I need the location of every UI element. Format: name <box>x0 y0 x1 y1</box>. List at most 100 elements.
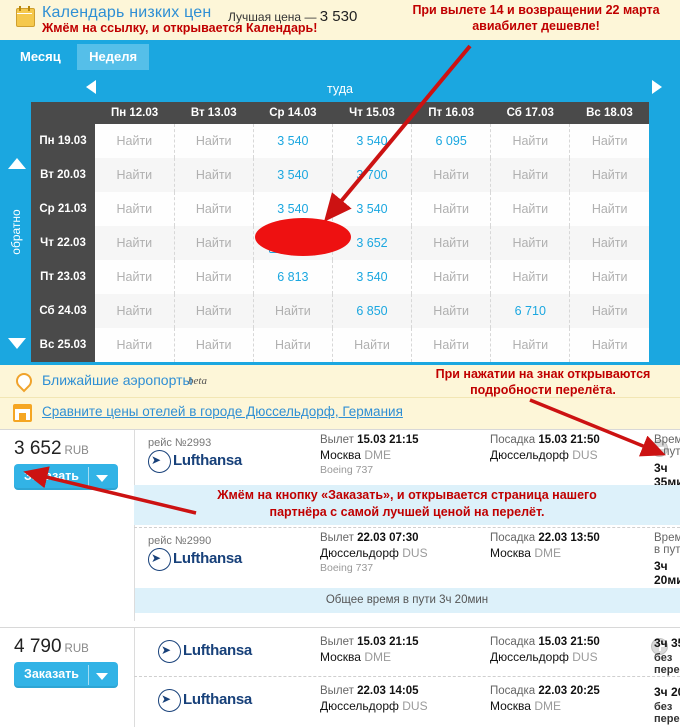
cell-4-3[interactable]: 3 540 <box>332 260 413 294</box>
cell-2-5[interactable]: Найти <box>490 192 571 226</box>
find-label[interactable]: Найти <box>116 168 152 182</box>
cell-4-5[interactable]: Найти <box>490 260 571 294</box>
price-value[interactable]: 3 540 <box>356 270 387 284</box>
prev-week-arrow-icon[interactable] <box>86 80 96 94</box>
find-label[interactable]: Найти <box>116 134 152 148</box>
chevron-down-icon[interactable] <box>96 475 108 482</box>
find-label[interactable]: Найти <box>433 168 469 182</box>
find-label[interactable]: Найти <box>196 338 232 352</box>
find-label[interactable]: Найти <box>512 236 548 250</box>
find-label[interactable]: Найти <box>196 202 232 216</box>
cell-6-3[interactable]: Найти <box>332 328 413 362</box>
find-label[interactable]: Найти <box>433 236 469 250</box>
price-value[interactable]: 3 540 <box>356 134 387 148</box>
price-value[interactable]: 3 540 <box>277 134 308 148</box>
price-value[interactable]: 3 540 <box>277 202 308 216</box>
cell-1-2[interactable]: 3 540 <box>253 158 333 192</box>
find-label[interactable]: Найти <box>592 168 628 182</box>
cell-2-3[interactable]: 3 540 <box>332 192 413 226</box>
find-label[interactable]: Найти <box>196 304 232 318</box>
cell-4-4[interactable]: Найти <box>411 260 492 294</box>
find-label[interactable]: Найти <box>196 270 232 284</box>
find-label[interactable]: Найти <box>433 202 469 216</box>
price-value[interactable]: 6 710 <box>515 304 546 318</box>
cell-4-6[interactable]: Найти <box>569 260 649 294</box>
price-value[interactable]: 6 813 <box>277 270 308 284</box>
cell-6-4[interactable]: Найти <box>411 328 492 362</box>
cell-0-6[interactable]: Найти <box>569 124 649 158</box>
cell-3-1[interactable]: Найти <box>174 226 254 260</box>
cell-1-4[interactable]: Найти <box>411 158 492 192</box>
cell-2-6[interactable]: Найти <box>569 192 649 226</box>
find-label[interactable]: Найти <box>116 202 152 216</box>
cell-1-0[interactable]: Найти <box>95 158 175 192</box>
cell-6-2[interactable]: Найти <box>253 328 333 362</box>
cell-1-1[interactable]: Найти <box>174 158 254 192</box>
find-label[interactable]: Найти <box>116 236 152 250</box>
cell-0-2[interactable]: 3 540 <box>253 124 333 158</box>
cell-selected[interactable]: 3 530 <box>253 226 333 260</box>
calendar-title-link[interactable]: Календарь низких цен <box>42 4 211 22</box>
cell-2-2[interactable]: 3 540 <box>253 192 333 226</box>
nearest-airports-label[interactable]: Ближайшие аэропорты <box>42 372 193 388</box>
find-label[interactable]: Найти <box>116 270 152 284</box>
find-label[interactable]: Найти <box>275 304 311 318</box>
scroll-up-arrow-icon[interactable] <box>8 158 26 169</box>
cell-6-6[interactable]: Найти <box>569 328 649 362</box>
find-label[interactable]: Найти <box>592 202 628 216</box>
find-label[interactable]: Найти <box>592 134 628 148</box>
find-label[interactable]: Найти <box>433 304 469 318</box>
cell-5-6[interactable]: Найти <box>569 294 649 328</box>
cell-5-5[interactable]: 6 710 <box>490 294 571 328</box>
cell-6-5[interactable]: Найти <box>490 328 571 362</box>
cell-0-0[interactable]: Найти <box>95 124 175 158</box>
cell-1-3[interactable]: 3 700 <box>332 158 413 192</box>
cell-4-2[interactable]: 6 813 <box>253 260 333 294</box>
price-value[interactable]: 3 540 <box>277 168 308 182</box>
tab-week[interactable]: Неделя <box>77 44 150 70</box>
tab-month[interactable]: Месяц <box>8 44 73 70</box>
find-label[interactable]: Найти <box>592 236 628 250</box>
cell-0-5[interactable]: Найти <box>490 124 571 158</box>
cell-3-5[interactable]: Найти <box>490 226 571 260</box>
cell-5-2[interactable]: Найти <box>253 294 333 328</box>
chevron-down-icon[interactable] <box>96 673 108 680</box>
cell-2-1[interactable]: Найти <box>174 192 254 226</box>
price-value[interactable]: 3 652 <box>356 236 387 250</box>
cell-3-6[interactable]: Найти <box>569 226 649 260</box>
price-value[interactable]: 3 700 <box>356 168 387 182</box>
find-label[interactable]: Найти <box>196 168 232 182</box>
order-button-1[interactable]: Заказать <box>14 464 118 490</box>
find-label[interactable]: Найти <box>433 338 469 352</box>
price-value[interactable]: 6 850 <box>356 304 387 318</box>
next-week-arrow-icon[interactable] <box>652 80 662 94</box>
hotels-row[interactable]: Сравните цены отелей в городе Дюссельдор… <box>0 397 680 429</box>
find-label[interactable]: Найти <box>592 270 628 284</box>
cell-0-4[interactable]: 6 095 <box>411 124 492 158</box>
price-value[interactable]: 3 540 <box>356 202 387 216</box>
find-label[interactable]: Найти <box>512 168 548 182</box>
find-label[interactable]: Найти <box>512 202 548 216</box>
scroll-down-arrow-icon[interactable] <box>8 338 26 349</box>
find-label[interactable]: Найти <box>512 134 548 148</box>
cell-1-5[interactable]: Найти <box>490 158 571 192</box>
cell-4-0[interactable]: Найти <box>95 260 175 294</box>
cell-6-1[interactable]: Найти <box>174 328 254 362</box>
order-button-2[interactable]: Заказать <box>14 662 118 688</box>
find-label[interactable]: Найти <box>116 304 152 318</box>
find-label[interactable]: Найти <box>512 338 548 352</box>
find-label[interactable]: Найти <box>196 236 232 250</box>
find-label[interactable]: Найти <box>275 338 311 352</box>
cell-5-4[interactable]: Найти <box>411 294 492 328</box>
cell-5-0[interactable]: Найти <box>95 294 175 328</box>
cell-6-0[interactable]: Найти <box>95 328 175 362</box>
cell-2-4[interactable]: Найти <box>411 192 492 226</box>
find-label[interactable]: Найти <box>116 338 152 352</box>
cell-3-4[interactable]: Найти <box>411 226 492 260</box>
hotels-compare-link[interactable]: Сравните цены отелей в городе Дюссельдор… <box>42 404 403 419</box>
cell-2-0[interactable]: Найти <box>95 192 175 226</box>
cell-3-0[interactable]: Найти <box>95 226 175 260</box>
cell-0-3[interactable]: 3 540 <box>332 124 413 158</box>
cell-0-1[interactable]: Найти <box>174 124 254 158</box>
cell-4-1[interactable]: Найти <box>174 260 254 294</box>
